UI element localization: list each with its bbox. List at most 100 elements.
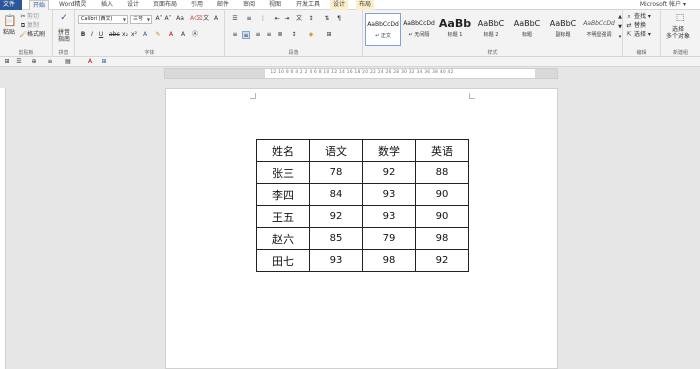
table-cell[interactable]: 王五 [256,205,310,228]
table-cell[interactable]: 90 [415,205,469,228]
cut-button[interactable]: 剪切 [27,13,39,21]
grade-table[interactable]: 姓名 语文 数学 英语 张三 78 92 88 李四 84 93 90 王五 9… [256,139,469,272]
table-cell[interactable]: 92 [362,161,416,184]
format-painter-button[interactable]: 格式刷 [27,31,45,39]
tab-view[interactable]: 视图 [266,0,284,10]
shading-icon[interactable]: ◈ [307,31,315,39]
justify-icon[interactable]: ≡ [265,31,273,39]
vertical-ruler[interactable] [0,88,6,369]
table-cell[interactable]: 赵六 [256,227,310,250]
table-header-cell[interactable]: 英语 [415,139,469,162]
style-normal[interactable]: AaBbCcDd ↵ 正文 [365,13,401,46]
highlight-icon[interactable]: ✎ [154,31,162,39]
font-color-icon[interactable]: A [86,58,94,66]
align-center-icon[interactable]: ≡ [242,31,250,39]
tab-file[interactable]: 文件 [0,0,22,10]
decrease-indent-icon[interactable]: ⇤ [273,15,281,23]
table-cell[interactable]: 90 [415,183,469,206]
copy-button[interactable]: 复制 [27,22,39,30]
change-case-icon[interactable]: Aa [176,15,184,23]
text-effects-icon[interactable]: A [141,31,149,39]
table-header-cell[interactable]: 语文 [309,139,363,162]
bullets-icon[interactable]: ☰ [231,15,239,23]
table-header-cell[interactable]: 数学 [362,139,416,162]
horizontal-ruler[interactable]: 12 10 8 6 4 2 2 4 6 8 10 12 14 16 18 20 … [164,68,558,79]
table-cell[interactable]: 84 [309,183,363,206]
clear-format-icon[interactable]: A⌫ [190,15,203,23]
font-size-combo[interactable]: 三号 ▼ [130,15,152,24]
increase-indent-icon[interactable]: ⇥ [283,15,291,23]
line-spacing-icon[interactable]: ↕ [307,15,315,23]
table-cell[interactable]: 92 [309,205,363,228]
tab-developer[interactable]: 开发工具 [293,0,323,10]
numbering-icon[interactable]: ≡ [245,15,253,23]
table-header-cell[interactable]: 姓名 [256,139,310,162]
tab-insert[interactable]: 插入 [98,0,116,10]
chinese-layout-icon[interactable]: 文 [295,15,303,23]
table-cell[interactable]: 李四 [256,183,310,206]
table-cell[interactable]: 78 [309,161,363,184]
table-cell[interactable]: 88 [415,161,469,184]
tab-page-layout[interactable]: 页面布局 [150,0,180,10]
underline-icon[interactable]: U [97,31,105,39]
superscript-icon[interactable]: x² [130,31,138,39]
tab-word-wizard[interactable]: Word精灵 [56,0,89,10]
table-cell[interactable]: 93 [309,249,363,272]
char-shading-icon[interactable]: A [179,31,187,39]
table-cell[interactable]: 79 [362,227,416,250]
multilevel-list-icon[interactable]: ⋮ [259,15,267,23]
tab-mailings[interactable]: 邮件 [214,0,232,10]
tab-table-design[interactable]: 设计 [330,0,349,10]
distributed-icon[interactable]: ≣ [276,31,284,39]
style-subtle-emphasis[interactable]: AaBbCcDd 不明显强调 [581,13,617,46]
insert-icon[interactable]: ⊕ [30,58,38,66]
style-no-spacing[interactable]: AaBbCcDd ↵ 无间隔 [401,13,437,46]
find-button[interactable]: 查找 ▾ [634,13,651,21]
phonetic-icon[interactable]: 文 [202,15,210,23]
table-cell[interactable]: 98 [415,227,469,250]
table-cell[interactable]: 张三 [256,161,310,184]
bold-icon[interactable]: B [79,31,87,39]
align-icon[interactable]: ☰ [15,58,23,66]
italic-icon[interactable]: I [88,31,96,39]
page-icon[interactable]: ▤ [64,58,72,66]
replace-button[interactable]: 替换 [634,22,646,30]
paragraph-spacing-icon[interactable]: ↕ [290,31,298,39]
strikethrough-icon[interactable]: abc [109,31,120,39]
grid-icon[interactable]: ⊞ [100,58,108,66]
char-border-icon[interactable]: A [212,15,220,23]
margin-mark-top-left [250,93,256,99]
tab-review[interactable]: 审阅 [240,0,258,10]
select-button[interactable]: 选择 ▾ [634,31,651,39]
style-subtitle[interactable]: AaBbC 副标题 [545,13,581,46]
table-cell[interactable]: 85 [309,227,363,250]
table-cell[interactable]: 98 [362,249,416,272]
table-cell[interactable]: 田七 [256,249,310,272]
font-color-icon[interactable]: A [167,31,175,39]
borders-icon[interactable]: ⊞ [325,31,333,39]
tab-table-layout[interactable]: 布局 [356,0,375,10]
grow-font-icon[interactable]: A˄ [155,15,163,23]
account-menu[interactable]: Microsoft 帐户 ▾ [640,0,686,10]
subscript-icon[interactable]: x₂ [121,31,129,39]
table-icon[interactable]: ⊞ [3,58,11,66]
table-cell[interactable]: 93 [362,205,416,228]
show-marks-icon[interactable]: ¶ [335,15,343,23]
align-left-icon[interactable]: ≡ [231,31,239,39]
style-name: 标题 2 [483,32,499,38]
enclose-char-icon[interactable]: Ⓐ [191,31,199,39]
style-title[interactable]: AaBbC 标题 [509,13,545,46]
style-heading-1[interactable]: AaBb 标题 1 [437,13,473,46]
tab-home[interactable]: 开始 [29,0,50,10]
tab-design[interactable]: 设计 [124,0,142,10]
list-icon[interactable]: ≡ [46,58,54,66]
tab-references[interactable]: 引用 [188,0,206,10]
paste-button[interactable]: 粘贴 [3,29,15,37]
style-heading-2[interactable]: AaBbC 标题 2 [473,13,509,46]
shrink-font-icon[interactable]: A˅ [164,15,172,23]
table-cell[interactable]: 93 [362,183,416,206]
table-cell[interactable]: 92 [415,249,469,272]
sort-icon[interactable]: ⇅ [323,15,331,23]
align-right-icon[interactable]: ≡ [254,31,262,39]
font-name-combo[interactable]: Calibri (西文) ▼ [78,15,128,24]
